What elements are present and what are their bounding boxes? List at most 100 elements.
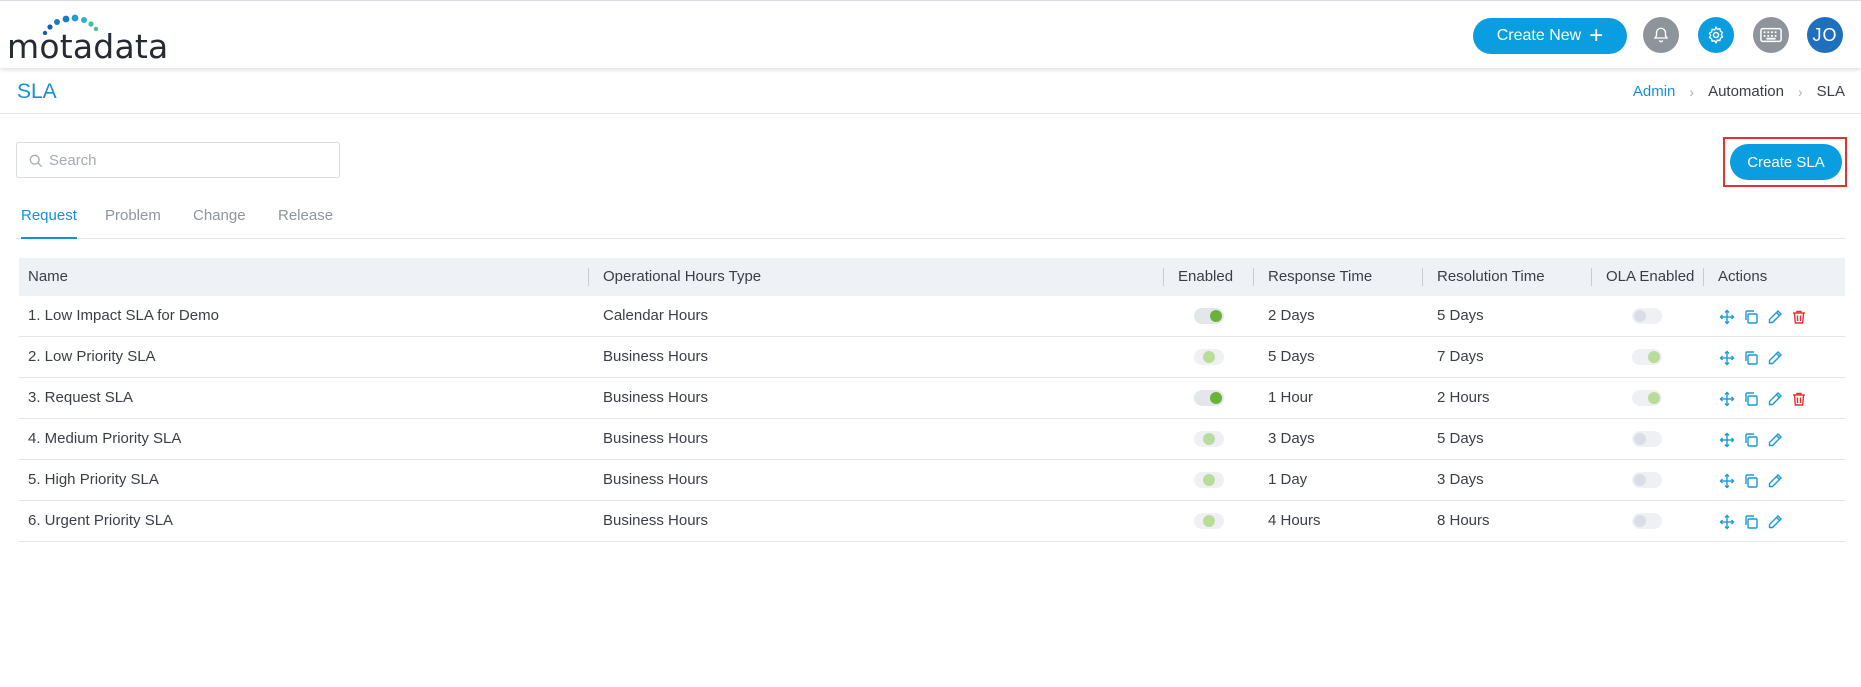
copy-icon[interactable] bbox=[1741, 307, 1760, 326]
user-avatar[interactable]: JO bbox=[1807, 17, 1843, 53]
response-time: 5 Days bbox=[1268, 348, 1315, 365]
delete-icon[interactable] bbox=[1789, 389, 1808, 408]
toggle-knob bbox=[1210, 310, 1222, 322]
move-icon[interactable] bbox=[1717, 471, 1736, 490]
breadcrumb-admin[interactable]: Admin bbox=[1633, 83, 1676, 100]
module-tabs: Request Problem Change Release bbox=[16, 204, 1845, 239]
copy-icon[interactable] bbox=[1741, 430, 1760, 449]
column-resizer[interactable] bbox=[588, 268, 589, 286]
sla-name[interactable]: 2. Low Priority SLA bbox=[28, 337, 156, 377]
logo-text: motadata bbox=[7, 27, 169, 66]
edit-icon[interactable] bbox=[1765, 348, 1784, 367]
table-row[interactable]: 5. High Priority SLA Business Hours 1 Day 3… bbox=[19, 460, 1845, 501]
table-row[interactable]: 6. Urgent Priority SLA Business Hours 4 Ho… bbox=[19, 501, 1845, 542]
breadcrumb-sla: SLA bbox=[1816, 83, 1845, 100]
move-icon[interactable] bbox=[1717, 430, 1736, 449]
chevron-right-icon: › bbox=[1797, 83, 1803, 100]
sla-name[interactable]: 5. High Priority SLA bbox=[28, 460, 159, 500]
enabled-toggle[interactable] bbox=[1194, 349, 1224, 365]
column-resizer[interactable] bbox=[1591, 268, 1592, 286]
move-icon[interactable] bbox=[1717, 307, 1736, 326]
create-new-button[interactable]: Create New + bbox=[1473, 18, 1627, 54]
response-time: 1 Day bbox=[1268, 471, 1308, 488]
enabled-toggle[interactable] bbox=[1194, 308, 1224, 324]
response-time: 1 Hour bbox=[1268, 389, 1314, 406]
edit-icon[interactable] bbox=[1765, 307, 1784, 326]
enabled-toggle[interactable] bbox=[1194, 472, 1224, 488]
page-header: SLA Admin › Automation › SLA bbox=[0, 68, 1861, 114]
move-icon[interactable] bbox=[1717, 348, 1736, 367]
copy-icon[interactable] bbox=[1741, 471, 1760, 490]
column-name[interactable]: Name bbox=[28, 258, 68, 296]
sla-name[interactable]: 1. Low Impact SLA for Demo bbox=[28, 296, 219, 336]
column-enabled[interactable]: Enabled bbox=[1178, 258, 1233, 296]
ola-enabled-toggle[interactable] bbox=[1632, 472, 1662, 488]
column-resolution-time[interactable]: Resolution Time bbox=[1437, 258, 1545, 296]
operational-hours-type: Calendar Hours bbox=[603, 307, 709, 324]
ola-enabled-toggle[interactable] bbox=[1632, 431, 1662, 447]
edit-icon[interactable] bbox=[1765, 512, 1784, 531]
move-icon[interactable] bbox=[1717, 512, 1736, 531]
create-sla-highlight: Create SLA bbox=[1723, 137, 1847, 187]
edit-icon[interactable] bbox=[1765, 471, 1784, 490]
operational-hours-type: Business Hours bbox=[603, 471, 709, 488]
ola-enabled-toggle[interactable] bbox=[1632, 513, 1662, 529]
table-row[interactable]: 2. Low Priority SLA Business Hours 5 Days 7… bbox=[19, 337, 1845, 378]
table-row[interactable]: 1. Low Impact SLA for Demo Calendar Hours… bbox=[19, 296, 1845, 337]
enabled-toggle[interactable] bbox=[1194, 513, 1224, 529]
column-resizer[interactable] bbox=[1703, 268, 1704, 286]
resolution-time: 3 Days bbox=[1437, 471, 1484, 488]
tab-change[interactable]: Change bbox=[193, 204, 246, 239]
column-response-time[interactable]: Response Time bbox=[1268, 258, 1372, 296]
bell-icon bbox=[1653, 27, 1669, 43]
toggle-knob bbox=[1634, 474, 1646, 486]
row-actions bbox=[1717, 512, 1784, 531]
move-icon[interactable] bbox=[1717, 389, 1736, 408]
notifications-button[interactable] bbox=[1643, 17, 1679, 53]
tab-request[interactable]: Request bbox=[21, 204, 77, 239]
ola-enabled-toggle[interactable] bbox=[1632, 308, 1662, 324]
resolution-time: 2 Hours bbox=[1437, 389, 1490, 406]
sla-name[interactable]: 4. Medium Priority SLA bbox=[28, 419, 181, 459]
toggle-knob bbox=[1634, 515, 1646, 527]
toggle-knob bbox=[1203, 515, 1215, 527]
edit-icon[interactable] bbox=[1765, 430, 1784, 449]
row-actions bbox=[1717, 348, 1784, 367]
column-operational-hours[interactable]: Operational Hours Type bbox=[603, 258, 761, 296]
copy-icon[interactable] bbox=[1741, 389, 1760, 408]
table-row[interactable]: 3. Request SLA Business Hours 1 Hour 2 Hour… bbox=[19, 378, 1845, 419]
sla-name[interactable]: 3. Request SLA bbox=[28, 378, 133, 418]
ola-enabled-toggle[interactable] bbox=[1632, 349, 1662, 365]
keyboard-shortcuts-button[interactable] bbox=[1753, 17, 1789, 53]
sla-name[interactable]: 6. Urgent Priority SLA bbox=[28, 501, 173, 541]
toggle-knob bbox=[1203, 351, 1215, 363]
row-actions bbox=[1717, 430, 1784, 449]
operational-hours-type: Business Hours bbox=[603, 430, 709, 447]
resolution-time: 8 Hours bbox=[1437, 512, 1490, 529]
toggle-knob bbox=[1648, 392, 1660, 404]
enabled-toggle[interactable] bbox=[1194, 390, 1224, 406]
search-input[interactable] bbox=[49, 143, 329, 177]
ola-enabled-toggle[interactable] bbox=[1632, 390, 1662, 406]
table-row[interactable]: 4. Medium Priority SLA Business Hours 3 Da… bbox=[19, 419, 1845, 460]
tab-release[interactable]: Release bbox=[278, 204, 333, 239]
search-icon bbox=[29, 154, 43, 168]
response-time: 3 Days bbox=[1268, 430, 1315, 447]
row-actions bbox=[1717, 471, 1784, 490]
resolution-time: 7 Days bbox=[1437, 348, 1484, 365]
motadata-logo[interactable]: motadata bbox=[7, 13, 168, 66]
column-ola-enabled[interactable]: OLA Enabled bbox=[1606, 258, 1694, 296]
settings-button[interactable] bbox=[1698, 17, 1734, 53]
column-resizer[interactable] bbox=[1422, 268, 1423, 286]
tab-problem[interactable]: Problem bbox=[105, 204, 161, 239]
copy-icon[interactable] bbox=[1741, 512, 1760, 531]
column-resizer[interactable] bbox=[1253, 268, 1254, 286]
plus-icon: + bbox=[1589, 22, 1604, 49]
copy-icon[interactable] bbox=[1741, 348, 1760, 367]
create-sla-button[interactable]: Create SLA bbox=[1730, 144, 1842, 180]
top-bar: motadata Create New + JO bbox=[0, 0, 1861, 68]
enabled-toggle[interactable] bbox=[1194, 431, 1224, 447]
delete-icon[interactable] bbox=[1789, 307, 1808, 326]
edit-icon[interactable] bbox=[1765, 389, 1784, 408]
column-resizer[interactable] bbox=[1163, 268, 1164, 286]
